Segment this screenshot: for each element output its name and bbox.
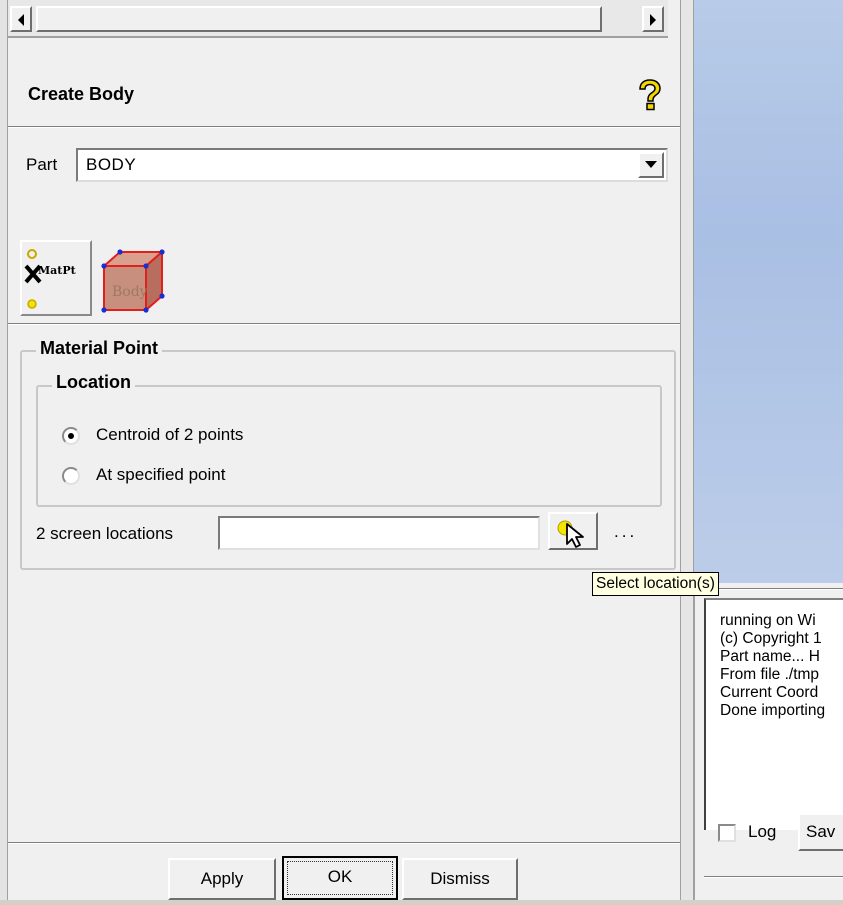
log-checkbox[interactable] [718,824,736,842]
screen-locations-input[interactable] [218,516,540,550]
part-value: BODY [86,155,137,174]
part-dropdown-button[interactable] [638,152,664,178]
title-divider [8,126,680,128]
dialog-title: Create Body [28,84,135,104]
location-group-label: Location [52,372,135,393]
body-tool[interactable]: Body [98,244,168,314]
location-group [36,385,662,507]
graphics-viewport[interactable] [694,0,843,583]
body-tool-text: Body [112,284,148,300]
screen-locations-label: 2 screen locations [36,524,174,543]
apply-button[interactable]: Apply [168,858,276,900]
part-label: Part [26,155,58,174]
message-lines: running on Wi (c) Copyright 1 Part name.… [720,612,825,720]
centroid-radio[interactable] [62,427,80,445]
part-combobox[interactable]: BODY [76,148,668,182]
scroll-right-button[interactable] [642,6,664,32]
dismiss-button[interactable]: Dismiss [402,858,518,900]
specified-point-radio[interactable] [62,467,80,485]
message-line: Done importing [720,702,826,719]
message-line: Current Coord [720,684,819,701]
select-cursor-icon [557,520,584,548]
chevron-down-icon [645,161,657,168]
select-location-button[interactable] [548,512,598,550]
scroll-thumb[interactable] [36,6,602,32]
footer-divider [8,842,680,844]
select-location-tooltip: Select location(s) [592,572,719,596]
material-point-icon: MatPt [24,249,77,309]
window-bottom-edge [0,900,843,905]
matpt-tool-text: MatPt [38,264,77,277]
right-bottom-divider [704,876,843,878]
message-log[interactable]: running on Wi (c) Copyright 1 Part name.… [704,598,843,830]
message-panel-divider [704,588,843,590]
log-checkbox-label[interactable]: Log [748,822,776,842]
material-point-group-label: Material Point [36,338,163,359]
save-button[interactable]: Sav [798,813,843,851]
tools-divider [8,323,680,325]
more-options-button[interactable]: ... [614,522,637,542]
centroid-radio-label[interactable]: Centroid of 2 points [96,425,243,445]
panel-left-edge [0,0,8,905]
arrow-left-icon [18,14,24,26]
message-line: (c) Copyright 1 [720,630,822,647]
message-line: From file ./tmp [720,666,820,683]
specified-point-radio-label[interactable]: At specified point [96,465,225,485]
ok-button[interactable]: OK [282,856,398,900]
material-point-tool[interactable]: MatPt [20,240,92,316]
horizontal-scrollbar[interactable] [8,0,668,38]
message-line: running on Wi [720,612,816,629]
message-line: Part name... H [720,648,820,665]
scroll-left-button[interactable] [10,6,32,32]
body-cube-icon: Body [101,249,165,313]
arrow-right-icon [650,14,656,26]
help-icon[interactable] [634,78,666,112]
panel-splitter[interactable] [680,0,694,905]
